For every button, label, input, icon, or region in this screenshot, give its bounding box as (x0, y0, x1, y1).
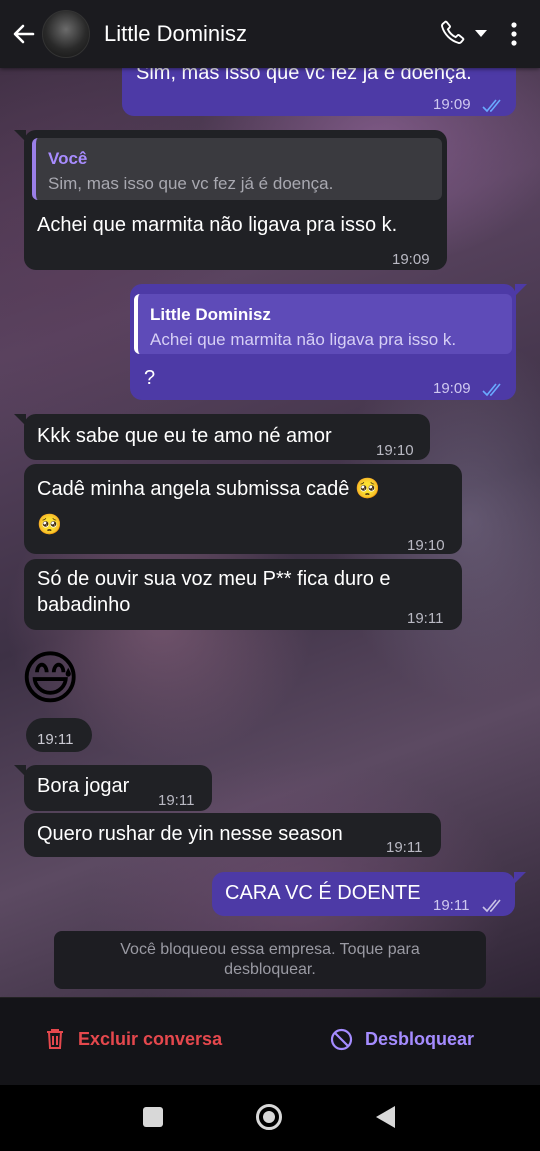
message-time: 19:11 (386, 839, 423, 856)
message-text: Kkk sabe que eu te amo né amor (37, 425, 332, 447)
message-time: 19:11 (37, 731, 74, 748)
circle-home-icon[interactable] (256, 1104, 282, 1130)
blocked-notice-line1: Você bloqueou essa empresa. Toque para (120, 941, 420, 958)
reply-preview[interactable]: Little Dominisz Achei que marmita não li… (134, 294, 512, 354)
bubble-tail (515, 284, 527, 296)
chat-header: Little Dominisz (0, 0, 540, 68)
phone-icon (439, 18, 467, 51)
message-time: 19:10 (376, 442, 414, 459)
delete-conversation-label: Excluir conversa (78, 1028, 223, 1049)
message-text: ? (144, 367, 156, 389)
message-incoming[interactable]: Só de ouvir sua voz meu P** fica duro e … (24, 559, 462, 630)
blocked-notice-line2: desbloquear. (224, 961, 316, 978)
avatar[interactable] (42, 10, 90, 58)
message-time: 19:11 (158, 792, 195, 809)
reply-preview[interactable]: Você Sim, mas isso que vc fez já é doenç… (32, 138, 442, 200)
message-emoji[interactable]: 😅 (20, 644, 80, 714)
message-text: Achei que marmita não ligava pra isso k. (37, 214, 398, 236)
message-time: 19:11 (433, 897, 470, 914)
message-incoming[interactable]: Cadê minha angela submissa cadê 🥺 🥺 19:1… (24, 464, 462, 554)
double-check-delivered-icon (482, 894, 504, 920)
message-text: CARA VC É DOENTE (225, 882, 421, 904)
call-button[interactable] (438, 14, 468, 54)
contact-name[interactable]: Little Dominisz (104, 21, 438, 47)
message-time: 19:09 (392, 251, 430, 268)
double-check-read-icon (482, 378, 504, 404)
delete-conversation-button[interactable]: Excluir conversa (46, 1028, 222, 1050)
message-text: Quero rushar de yin nesse season (37, 823, 343, 845)
message-text: Bora jogar (37, 775, 130, 797)
system-navbar (0, 1085, 540, 1151)
reply-author: Little Dominisz (150, 305, 271, 324)
message-time: 19:09 (433, 96, 471, 113)
message-text: Só de ouvir sua voz meu P** fica duro e (37, 568, 391, 590)
message-incoming[interactable]: Kkk sabe que eu te amo né amor 19:10 (24, 414, 430, 460)
block-circle-icon (330, 1028, 353, 1051)
square-recents-icon[interactable] (143, 1107, 163, 1127)
reply-author: Você (48, 149, 88, 168)
message-time: 19:09 (433, 380, 471, 397)
unblock-label: Desbloquear (365, 1029, 475, 1049)
trash-icon (46, 1028, 64, 1050)
triangle-back-icon[interactable] (376, 1106, 395, 1128)
message-outgoing[interactable]: Little Dominisz Achei que marmita não li… (130, 284, 516, 400)
message-time: 19:11 (407, 610, 444, 627)
reply-text: Achei que marmita não ligava pra isso k. (150, 330, 457, 349)
more-vertical-icon[interactable] (494, 14, 534, 54)
message-incoming[interactable]: Quero rushar de yin nesse season 19:11 (24, 813, 441, 857)
message-time: 19:10 (407, 537, 445, 554)
double-check-read-icon (482, 94, 504, 120)
blocked-action-bar: Excluir conversa Desbloquear (0, 997, 540, 1086)
message-incoming[interactable]: Bora jogar 19:11 (24, 765, 212, 811)
blocked-notice[interactable]: Você bloqueou essa empresa. Toque para d… (54, 931, 486, 989)
message-outgoing[interactable]: CARA VC É DOENTE 19:11 (212, 872, 515, 916)
arrow-left-icon[interactable] (6, 16, 42, 52)
message-text-line2: 🥺 (37, 514, 62, 536)
caret-down-icon[interactable] (468, 14, 494, 54)
message-time-chip: 19:11 (26, 718, 92, 752)
message-text-line2: babadinho (37, 594, 131, 616)
reply-text: Sim, mas isso que vc fez já é doença. (48, 174, 334, 193)
bubble-tail (514, 872, 526, 884)
message-text: Cadê minha angela submissa cadê 🥺 (37, 478, 380, 500)
message-incoming[interactable]: Você Sim, mas isso que vc fez já é doenç… (24, 130, 447, 270)
unblock-button[interactable]: Desbloquear (330, 1028, 474, 1051)
